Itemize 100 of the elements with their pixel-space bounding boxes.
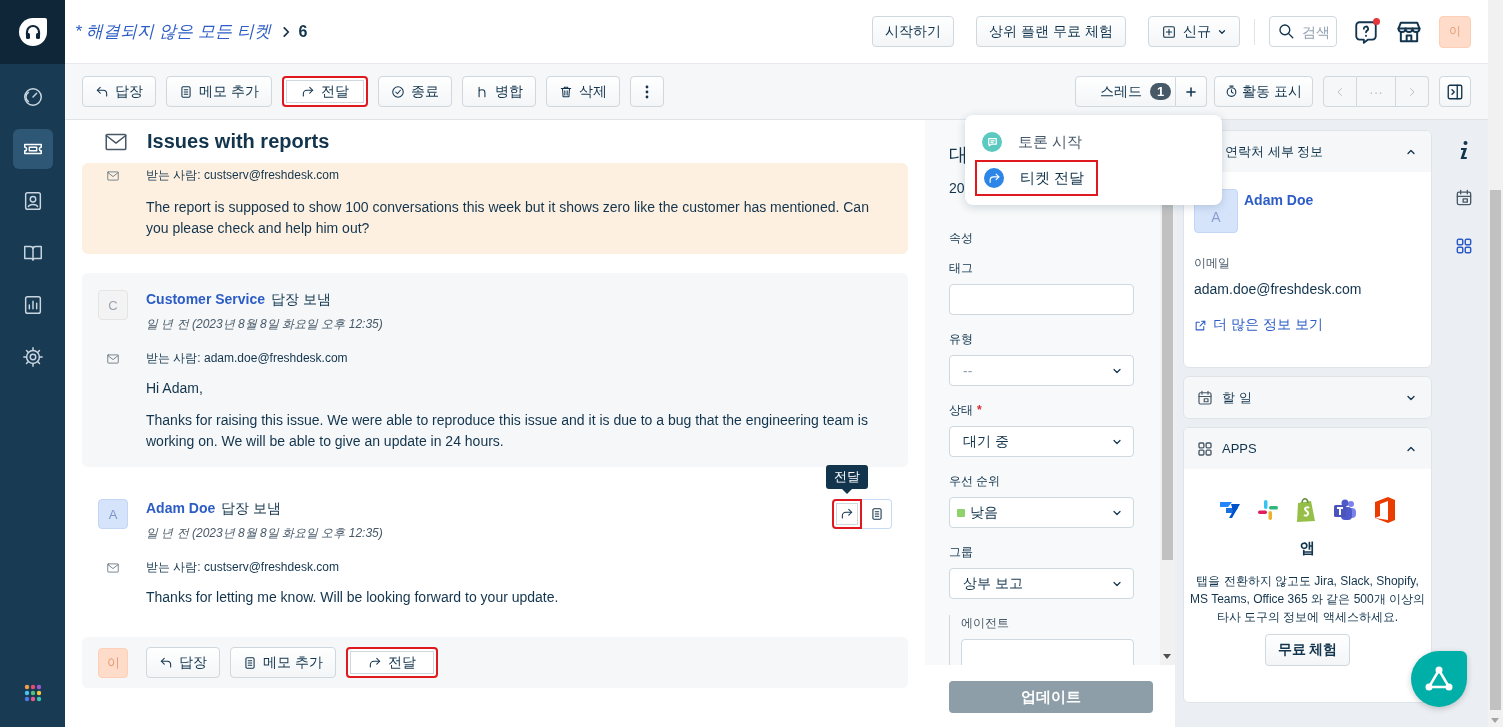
author-link[interactable]: Customer Service bbox=[146, 291, 266, 309]
field-label: 상태 * bbox=[949, 402, 982, 419]
delete-button[interactable]: 삭제 bbox=[545, 76, 620, 107]
panel-heading: 대 bbox=[949, 143, 968, 167]
help-button[interactable] bbox=[1353, 18, 1379, 45]
card-title: 할 일 bbox=[1222, 388, 1253, 407]
info-icon[interactable] bbox=[1458, 140, 1470, 160]
apps-heading: 앱 bbox=[1300, 539, 1315, 558]
plus-square-icon bbox=[1161, 23, 1177, 40]
plus-icon bbox=[1184, 84, 1199, 99]
apps-description: 탭을 전환하지 않고도 Jira, Slack, Shopify, MS Teams, Office 365 와 같은 500개 이상의 타사 도구의 정보에 액세스하세요. bbox=[1190, 573, 1425, 626]
avatar: 이 bbox=[98, 647, 128, 678]
reply-icon bbox=[95, 84, 109, 99]
note-icon bbox=[179, 84, 193, 99]
grid-icon bbox=[1196, 439, 1214, 458]
recipient-line: 받는 사람: custserv@freshdesk.com bbox=[146, 559, 339, 576]
thread-count: 1 bbox=[1149, 83, 1172, 100]
dropdown-field[interactable]: 상부 보고 bbox=[949, 568, 1134, 599]
note-button[interactable]: 메모 추가 bbox=[230, 647, 336, 678]
more-icon bbox=[644, 84, 649, 99]
dropdown-field[interactable]: 대기 중 bbox=[949, 426, 1134, 457]
header-button[interactable]: 상위 플랜 무료 체험 bbox=[976, 16, 1126, 47]
close-button[interactable]: 종료 bbox=[377, 76, 452, 107]
message-action: 답장 보냄 bbox=[221, 500, 282, 518]
thread-button[interactable]: 스레드 1 bbox=[1074, 76, 1177, 107]
calendar-icon bbox=[1196, 388, 1214, 407]
field-label: 에이전트 bbox=[961, 615, 1009, 632]
forward-icon bbox=[367, 655, 382, 670]
panel-subheading: 20 bbox=[949, 180, 965, 196]
note-button[interactable]: 메모 추가 bbox=[166, 76, 272, 107]
clock-icon bbox=[1225, 85, 1239, 98]
section-title: 속성 bbox=[949, 230, 973, 247]
dropdown-field[interactable]: 낮음 bbox=[949, 497, 1134, 528]
field-label: 이메일 bbox=[1194, 255, 1231, 272]
message-text: The report is supposed to show 100 conversations this week but it shows zero like the customer has mentioned. Can you please check and help him out? bbox=[146, 198, 870, 238]
tooltip-arrow bbox=[842, 489, 852, 494]
message-action: 답장 보냄 bbox=[271, 291, 331, 309]
message-text: Thanks for raising this issue. We were able to reproduce this issue and it is due to a bug that the engineering team is working on. We will be able to give an update in 24 hours. bbox=[146, 411, 869, 451]
grid-icon[interactable] bbox=[1454, 236, 1474, 256]
reply-button[interactable]: 답장 bbox=[82, 76, 156, 107]
avatar: A bbox=[98, 499, 128, 529]
gauge-icon bbox=[21, 86, 44, 108]
hash-logo-icon bbox=[1255, 498, 1280, 522]
panel-icon bbox=[1446, 82, 1464, 101]
new-button[interactable]: 신규 bbox=[1148, 16, 1240, 47]
panel-toggle-button[interactable] bbox=[1439, 76, 1471, 107]
message-time: 일 년 전 (2023년 8월 8일 화요일 오후 12:35) bbox=[146, 525, 384, 542]
header-button[interactable]: 시작하기 bbox=[872, 16, 955, 47]
forward-icon bbox=[840, 507, 854, 521]
breadcrumb-link[interactable]: * 해결되지 않은 모든 티켓 bbox=[75, 20, 271, 43]
network-icon[interactable] bbox=[1424, 665, 1454, 693]
forward-button[interactable]: 전달 bbox=[281, 76, 368, 107]
text-field[interactable] bbox=[949, 284, 1134, 315]
add-thread-button[interactable] bbox=[1176, 76, 1208, 107]
headset-logo-icon[interactable] bbox=[16, 16, 49, 48]
recipient-line: 받는 사람: custserv@freshdesk.com bbox=[146, 167, 339, 184]
forward-icon bbox=[984, 168, 1004, 188]
note-icon bbox=[243, 655, 257, 670]
check-circle-icon bbox=[390, 84, 405, 99]
more-info-link[interactable]: 더 많은 정보 보기 bbox=[1213, 316, 1323, 334]
field-label: 유형 bbox=[949, 331, 973, 348]
contact-email: adam.doe@freshdesk.com bbox=[1194, 281, 1363, 297]
forward-icon bbox=[300, 84, 315, 99]
envelope-icon bbox=[106, 168, 120, 183]
tooltip: 전달 bbox=[826, 465, 868, 494]
envelope-icon bbox=[106, 560, 120, 575]
settings-icon bbox=[21, 346, 44, 368]
field-label: 그룹 bbox=[949, 544, 973, 561]
trash-icon bbox=[558, 84, 573, 99]
calendar-icon[interactable] bbox=[1454, 188, 1474, 208]
activity-button[interactable]: 활동 표시 bbox=[1214, 76, 1313, 107]
note-button[interactable] bbox=[862, 499, 892, 529]
author-link[interactable]: Adam Doe bbox=[146, 500, 216, 518]
reply-icon bbox=[159, 655, 173, 670]
reply-button[interactable]: 답장 bbox=[146, 647, 220, 678]
free-trial-button[interactable]: 무료 체험 bbox=[1264, 634, 1351, 666]
ticket-title: Issues with reports bbox=[147, 130, 330, 153]
contact-name[interactable]: Adam Doe bbox=[1244, 192, 1314, 233]
help-icon bbox=[1353, 18, 1379, 45]
note-icon bbox=[869, 507, 884, 521]
text-field[interactable] bbox=[961, 639, 1134, 665]
card-title: 연락처 세부 정보 bbox=[1225, 142, 1325, 161]
menu-item[interactable]: 티켓 전달 bbox=[975, 160, 1099, 196]
ticket-count: 6 bbox=[298, 22, 308, 41]
envelope-icon bbox=[106, 351, 120, 366]
search-icon bbox=[1277, 22, 1295, 40]
field-label: 태그 bbox=[949, 260, 973, 277]
team-logo-icon bbox=[1331, 498, 1358, 522]
message-text: Hi Adam, bbox=[146, 379, 204, 398]
message-text: Thanks for letting me know. Will be looking forward to your update. bbox=[146, 588, 560, 607]
forward-button[interactable]: 전달 bbox=[345, 647, 438, 678]
merge-button[interactable]: 병합 bbox=[461, 76, 536, 107]
chat-bubble-icon bbox=[982, 132, 1002, 152]
card-title: APPS bbox=[1222, 441, 1258, 456]
search-field[interactable]: 검색 bbox=[1269, 16, 1337, 47]
app-launcher-icon[interactable] bbox=[23, 684, 42, 702]
scrollbar-thumb[interactable] bbox=[1490, 190, 1501, 710]
sidebar-item[interactable] bbox=[12, 129, 53, 169]
menu-item[interactable]: 토론 시작 bbox=[975, 124, 1095, 160]
message-time: 일 년 전 (2023년 8월 8일 화요일 오후 12:35) bbox=[146, 316, 384, 333]
